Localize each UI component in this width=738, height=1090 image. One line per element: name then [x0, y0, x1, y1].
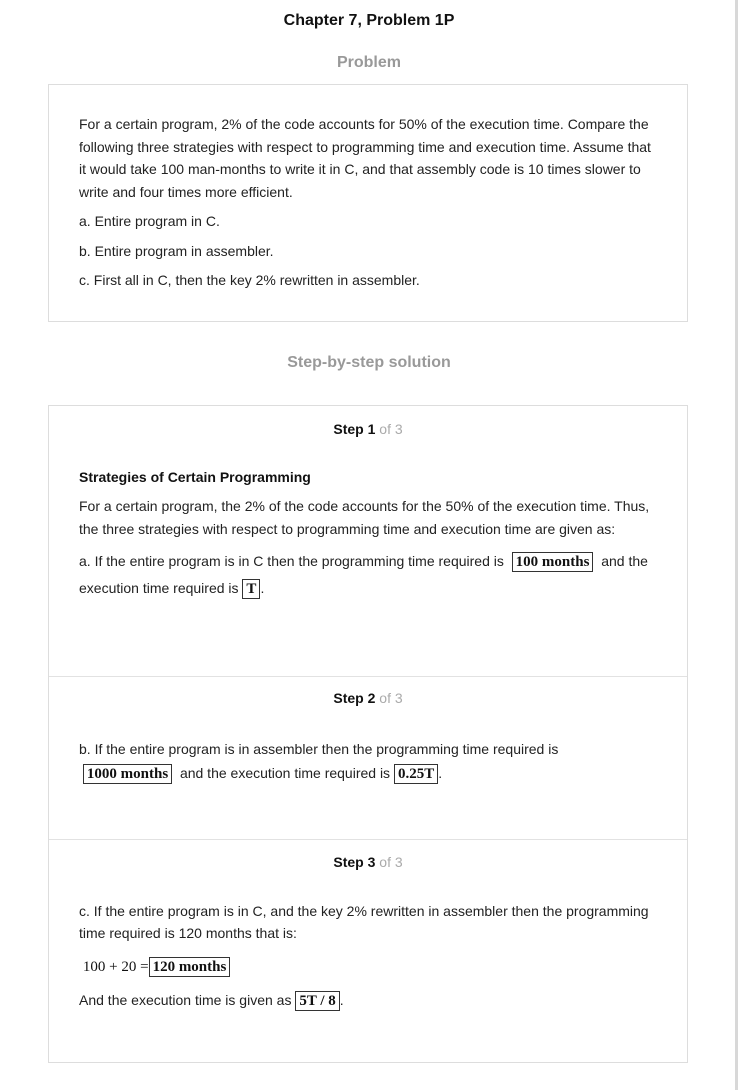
step-3-exec: And the execution time is given as 5T / …	[79, 988, 657, 1012]
step-3-answer-box-time: 120 months	[148, 956, 231, 977]
step-3: Step 3 of 3 c. If the entire program is …	[49, 851, 687, 1012]
step-3-equation-lhs: 100 + 20 =	[82, 958, 149, 975]
step-3-of: of 3	[379, 854, 403, 870]
step-2-answer-box-exec: 0.25T	[393, 763, 439, 784]
step-1-result: a. If the entire program is in C then th…	[79, 548, 657, 602]
problem-box: For a certain program, 2% of the code ac…	[48, 84, 688, 322]
step-3-equation: 100 + 20 = 120 months	[79, 954, 657, 979]
step-2-text-middle: and the execution time required is	[179, 764, 391, 781]
page-title: Chapter 7, Problem 1P	[283, 12, 455, 29]
problem-option-b: b. Entire program in assembler.	[79, 242, 274, 259]
solution-box: Step 1 of 3 Strategies of Certain Progra…	[48, 405, 688, 1063]
problem-heading: Problem	[336, 54, 401, 71]
step-2-text-before: b. If the entire program is in assembler…	[79, 740, 559, 757]
step-1-text-before: a. If the entire program is in C then th…	[79, 553, 504, 569]
problem-option-c: c. First all in C, then the key 2% rewri…	[79, 272, 420, 288]
step-1-header: Step 1 of 3	[79, 418, 657, 441]
step-divider-2	[49, 839, 687, 840]
step-1-label: Step 1	[333, 421, 376, 437]
step-3-text-before: c. If the entire program is in C, and th…	[79, 902, 649, 942]
step-2-result: b. If the entire program is in assembler…	[79, 737, 657, 785]
solution-heading: Step-by-step solution	[287, 354, 451, 371]
step-1-text-after: .	[260, 580, 265, 596]
step-1-answer-box-time: 100 months	[511, 552, 594, 573]
step-1: Step 1 of 3 Strategies of Certain Progra…	[49, 418, 687, 602]
step-1-of: of 3	[379, 421, 403, 437]
step-2: Step 2 of 3 b. If the entire program is …	[49, 687, 687, 785]
step-3-header: Step 3 of 3	[79, 851, 657, 874]
step-1-answer-box-exec: T	[242, 579, 261, 600]
step-2-header: Step 2 of 3	[79, 687, 657, 710]
step-2-label: Step 2	[333, 690, 376, 706]
step-2-text-after: .	[438, 764, 443, 781]
step-2-answer-box-time: 1000 months	[82, 763, 173, 784]
step-3-label: Step 3	[333, 854, 376, 870]
step-3-text-after: .	[339, 991, 344, 1008]
problem-option-a: a. Entire program in C.	[79, 213, 220, 229]
step-3-answer-box-exec: 5T / 8	[295, 990, 340, 1011]
step-1-heading: Strategies of Certain Programming	[79, 468, 311, 485]
step-1-intro: For a certain program, the 2% of the cod…	[79, 498, 650, 537]
problem-paragraph: For a certain program, 2% of the code ac…	[79, 116, 651, 200]
step-3-text-middle: And the execution time is given as	[79, 991, 292, 1008]
step-divider-1	[49, 676, 687, 677]
step-2-of: of 3	[379, 690, 403, 706]
